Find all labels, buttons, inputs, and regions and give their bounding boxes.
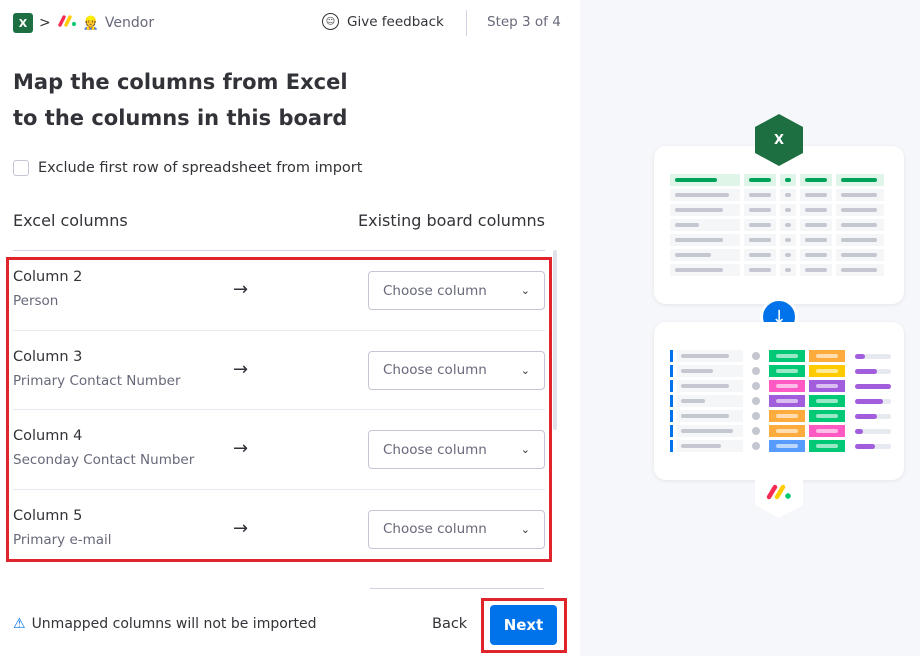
excel-column-name: Column 4	[13, 428, 83, 444]
mapping-row: Column 2 Person → Choose column ⌄	[13, 251, 545, 331]
excel-column-name: Column 3	[13, 348, 83, 365]
breadcrumb: X > 👷 Vendor	[13, 13, 154, 33]
exclude-first-row-label: Exclude first row of spreadsheet from im…	[38, 160, 363, 176]
arrow-right-icon: →	[233, 358, 249, 380]
exclude-first-row-checkbox[interactable]	[13, 160, 29, 176]
arrow-right-icon: →	[233, 279, 249, 300]
exclude-first-row-option[interactable]: Exclude first row of spreadsheet from im…	[13, 160, 362, 176]
excel-column-header: Primary Contact Number	[13, 372, 181, 389]
chevron-down-icon: ⌄	[520, 443, 530, 456]
list-partial-row	[370, 588, 544, 589]
board-columns-heading: Existing board columns	[358, 211, 545, 230]
chevron-down-icon: ⌄	[520, 284, 530, 297]
excel-columns-heading: Excel columns	[13, 211, 128, 230]
choose-column-dropdown[interactable]: Choose column ⌄	[368, 430, 545, 469]
excel-column-header: Primary e-mail	[13, 531, 112, 548]
page-title: Map the columns from Excel to the column…	[13, 70, 348, 130]
excel-icon: X	[13, 13, 33, 33]
mapping-row: Column 4 Seconday Contact Number → Choos…	[13, 410, 545, 490]
excel-column-header: Seconday Contact Number	[13, 452, 195, 468]
column-mapping-list: Column 2 Person → Choose column ⌄ Column…	[13, 251, 545, 569]
feedback-icon: ☺	[322, 13, 339, 30]
board-illustration	[670, 350, 891, 455]
arrow-right-icon: →	[233, 438, 249, 459]
header-divider	[466, 10, 467, 36]
step-indicator: Step 3 of 4	[487, 14, 561, 30]
choose-column-dropdown[interactable]: Choose column ⌄	[368, 509, 545, 549]
mapping-row: Column 5 Primary e-mail → Choose column …	[13, 490, 545, 570]
dropdown-value: Choose column	[383, 441, 487, 458]
board-card	[654, 322, 904, 480]
dropdown-value: Choose column	[383, 282, 487, 299]
arrow-right-icon: →	[233, 517, 249, 539]
give-feedback-button[interactable]: ☺ Give feedback	[322, 13, 444, 30]
dropdown-value: Choose column	[383, 521, 487, 537]
next-button[interactable]: Next	[490, 605, 557, 645]
excel-column-name: Column 2	[13, 269, 83, 285]
breadcrumb-separator: >	[39, 15, 51, 31]
warning-text: Unmapped columns will not be imported	[31, 616, 317, 632]
list-scrollbar[interactable]	[553, 250, 557, 430]
person-icon: 👷	[82, 15, 99, 31]
illustration-panel: X ↓	[580, 0, 920, 656]
warning-icon: ⚠	[13, 616, 26, 632]
excel-column-name: Column 5	[13, 507, 83, 524]
spreadsheet-card	[654, 146, 904, 304]
feedback-label: Give feedback	[347, 13, 444, 30]
unmapped-warning: ⚠ Unmapped columns will not be imported	[13, 616, 317, 632]
spreadsheet-illustration	[670, 174, 884, 279]
choose-column-dropdown[interactable]: Choose column ⌄	[368, 350, 545, 390]
monday-icon	[57, 14, 77, 32]
mapping-row: Column 3 Primary Contact Number → Choose…	[13, 331, 545, 410]
header: X > 👷 Vendor ☺ Give feedback Step 3 of 4	[0, 0, 580, 46]
chevron-down-icon: ⌄	[520, 363, 530, 377]
board-name: Vendor	[104, 15, 155, 31]
chevron-down-icon: ⌄	[520, 522, 530, 536]
excel-column-header: Person	[13, 293, 59, 309]
choose-column-dropdown[interactable]: Choose column ⌄	[368, 271, 545, 310]
dropdown-value: Choose column	[383, 362, 487, 378]
import-panel: X > 👷 Vendor ☺ Give feedback Step 3 of 4…	[0, 0, 580, 656]
back-button[interactable]: Back	[432, 616, 467, 632]
